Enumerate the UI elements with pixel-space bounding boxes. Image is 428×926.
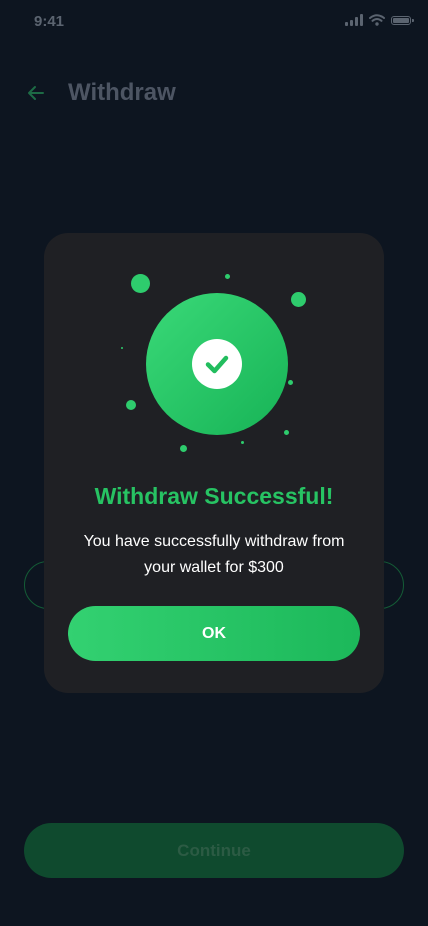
confetti-dot: [288, 380, 293, 385]
confetti-dot: [241, 441, 244, 444]
ok-button[interactable]: OK: [68, 606, 360, 661]
wifi-icon: [369, 14, 385, 26]
continue-button[interactable]: Continue: [24, 823, 404, 878]
success-circle: [146, 293, 288, 435]
success-dialog: Withdraw Successful! You have successful…: [44, 233, 384, 693]
confetti-dot: [180, 445, 187, 452]
status-time: 9:41: [34, 13, 65, 30]
confetti-dot: [291, 292, 306, 307]
status-bar: 9:41: [0, 0, 428, 44]
status-icons: [345, 14, 414, 26]
confetti-dot: [126, 400, 136, 410]
arrow-left-icon[interactable]: [24, 81, 48, 105]
dialog-message: You have successfully withdraw from your…: [83, 533, 345, 576]
cellular-signal-icon: [345, 14, 363, 26]
header: Withdraw: [24, 76, 176, 110]
dialog-title: Withdraw Successful!: [94, 483, 334, 509]
confetti-dot: [131, 274, 150, 293]
confetti-dot: [284, 430, 289, 435]
page-title: Withdraw: [68, 79, 176, 106]
confetti-dot: [121, 347, 123, 349]
success-illustration: [44, 233, 384, 473]
confetti-dot: [225, 274, 230, 279]
battery-icon: [391, 15, 414, 25]
checkmark-icon: [192, 339, 242, 389]
